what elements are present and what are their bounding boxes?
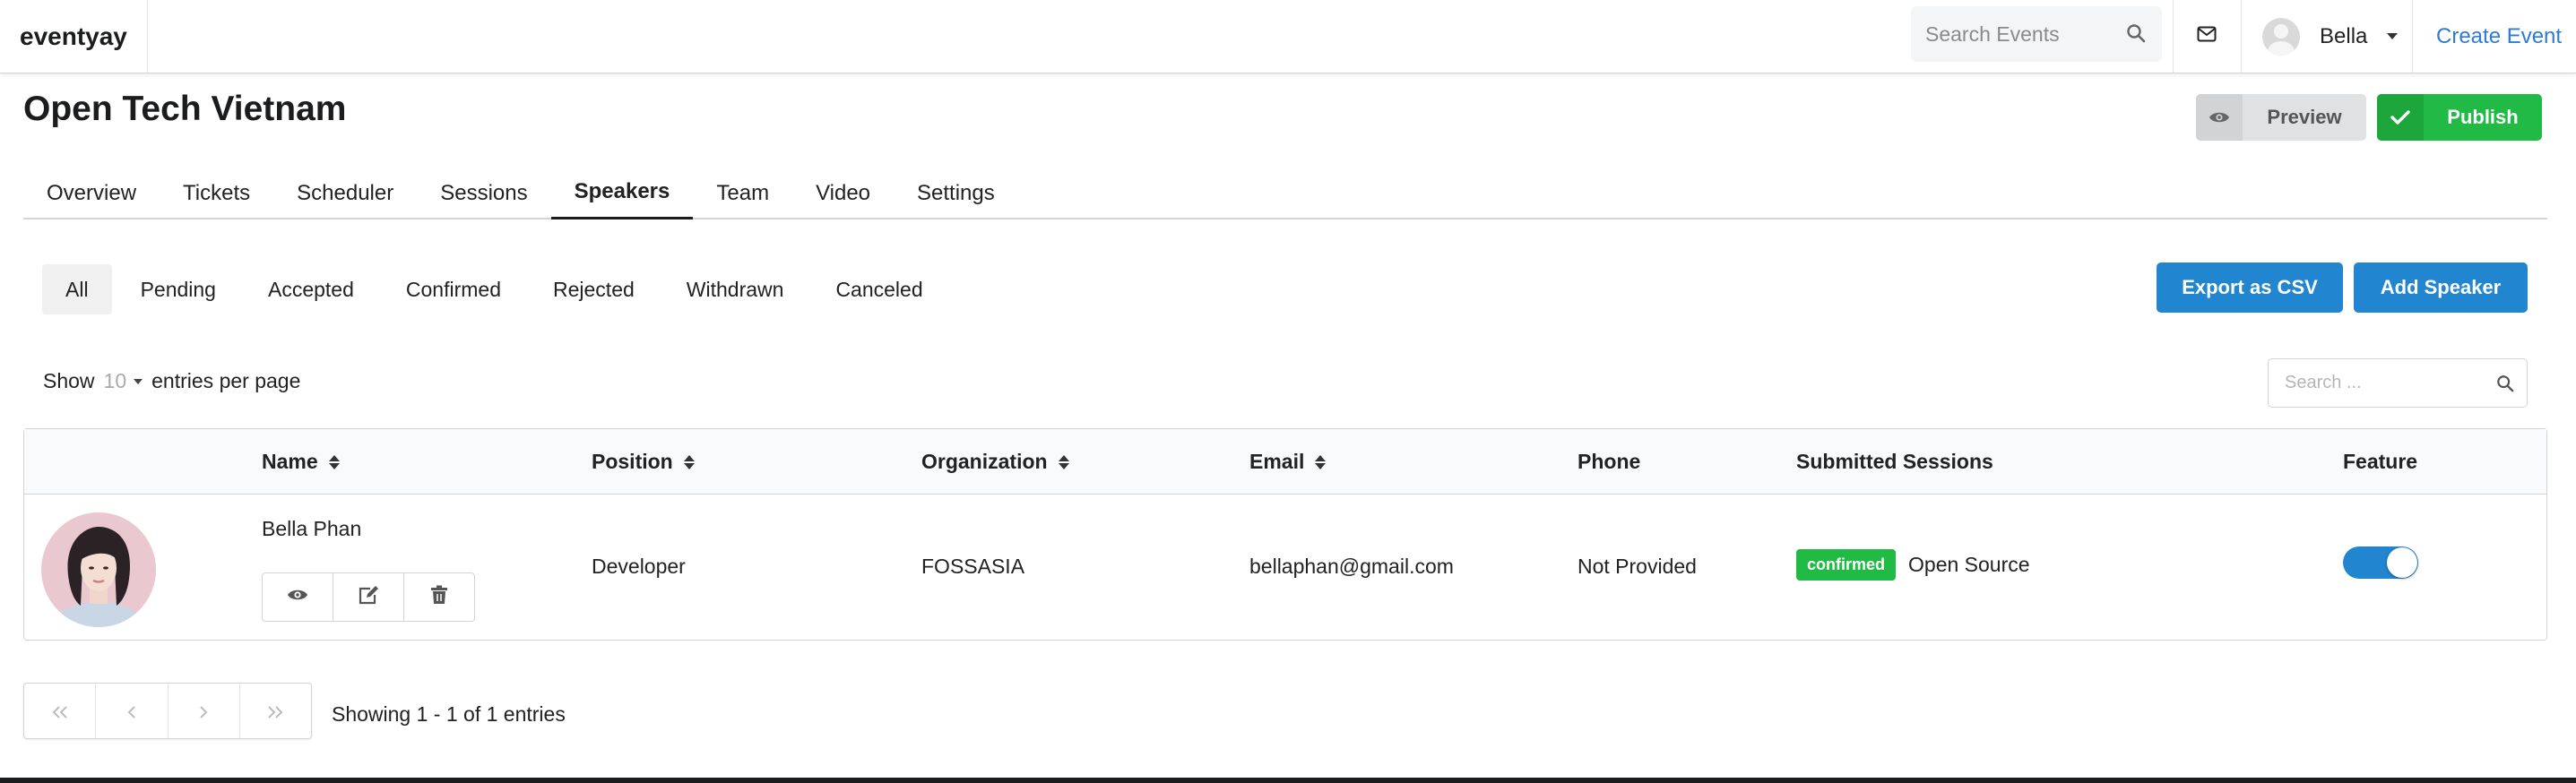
eye-icon bbox=[2196, 94, 2243, 141]
filter-rejected[interactable]: Rejected bbox=[530, 264, 658, 314]
filter-accepted[interactable]: Accepted bbox=[245, 264, 377, 314]
pagination-summary: Showing 1 - 1 of 1 entries bbox=[332, 702, 566, 726]
table-search-input[interactable] bbox=[2285, 373, 2482, 393]
status-badge: confirmed bbox=[1796, 549, 1897, 581]
trash-icon bbox=[430, 585, 448, 609]
submitted-session: confirmed Open Source bbox=[1796, 549, 2030, 581]
edit-button[interactable] bbox=[333, 573, 404, 621]
filter-confirmed[interactable]: Confirmed bbox=[383, 264, 524, 314]
session-title-link[interactable]: Open Source bbox=[1908, 553, 2030, 577]
first-page-button[interactable] bbox=[24, 684, 97, 738]
filter-withdrawn[interactable]: Withdrawn bbox=[663, 264, 808, 314]
add-speaker-button[interactable]: Add Speaker bbox=[2354, 262, 2528, 313]
column-header-submitted-sessions: Submitted Sessions bbox=[1796, 450, 1993, 473]
tab-sessions[interactable]: Sessions bbox=[417, 167, 550, 219]
sort-icon[interactable] bbox=[328, 454, 340, 469]
column-header-organization[interactable]: Organization bbox=[921, 429, 1069, 495]
sort-icon[interactable] bbox=[683, 454, 695, 469]
table-header: Name Position Organization Email Phone S… bbox=[24, 429, 2546, 495]
event-tabs: Overview Tickets Scheduler Sessions Spea… bbox=[23, 167, 2547, 219]
window-bottom-edge bbox=[0, 778, 2576, 783]
view-button[interactable] bbox=[263, 573, 333, 621]
create-event-link[interactable]: Create Event bbox=[2413, 0, 2576, 73]
per-page-suffix: entries per page bbox=[151, 369, 301, 392]
chevron-left-icon bbox=[127, 697, 136, 725]
user-name: Bella bbox=[2320, 23, 2368, 48]
tab-video[interactable]: Video bbox=[792, 167, 894, 219]
speakers-table: Name Position Organization Email Phone S… bbox=[23, 428, 2547, 641]
entries-per-page: Show 10 entries per page bbox=[43, 369, 300, 393]
table-search-box[interactable] bbox=[2268, 358, 2528, 408]
per-page-select[interactable]: 10 bbox=[104, 369, 127, 393]
pagination bbox=[23, 683, 312, 739]
user-avatar-icon bbox=[2262, 17, 2300, 56]
tab-settings[interactable]: Settings bbox=[894, 167, 1018, 219]
next-page-button[interactable] bbox=[169, 684, 240, 738]
chevron-down-icon bbox=[2387, 33, 2399, 39]
tab-scheduler[interactable]: Scheduler bbox=[273, 167, 417, 219]
top-navbar: eventyay Bella Create Event bbox=[0, 0, 2576, 73]
check-icon bbox=[2377, 94, 2424, 141]
user-menu-dropdown[interactable]: Bella bbox=[2241, 0, 2411, 73]
filter-pending[interactable]: Pending bbox=[117, 264, 239, 314]
publish-button[interactable]: Publish bbox=[2377, 94, 2542, 141]
column-label: Email bbox=[1249, 450, 1305, 473]
tab-speakers[interactable]: Speakers bbox=[550, 167, 694, 219]
search-events-box[interactable] bbox=[1911, 6, 2162, 62]
speaker-status-filters: All Pending Accepted Confirmed Rejected … bbox=[42, 264, 952, 314]
sort-icon[interactable] bbox=[1315, 454, 1327, 469]
preview-button[interactable]: Preview bbox=[2196, 94, 2366, 141]
row-action-buttons bbox=[262, 572, 475, 622]
table-row: Bella Phan Developer FOSSASIA bellaphan@… bbox=[24, 495, 2546, 640]
tab-overview[interactable]: Overview bbox=[23, 167, 160, 219]
column-header-email[interactable]: Email bbox=[1249, 429, 1327, 495]
brand-logo[interactable]: eventyay bbox=[0, 0, 148, 73]
speaker-name: Bella Phan bbox=[262, 517, 362, 540]
column-header-position[interactable]: Position bbox=[592, 429, 695, 495]
delete-button[interactable] bbox=[404, 573, 474, 621]
column-label: Name bbox=[262, 450, 318, 473]
export-csv-button[interactable]: Export as CSV bbox=[2157, 262, 2343, 313]
messages-button[interactable] bbox=[2173, 0, 2241, 73]
page-title: Open Tech Vietnam bbox=[23, 90, 347, 128]
search-events-input[interactable] bbox=[1925, 22, 2114, 47]
show-label: Show bbox=[43, 369, 95, 392]
double-chevron-right-icon bbox=[267, 697, 283, 725]
double-chevron-left-icon bbox=[52, 697, 68, 725]
last-page-button[interactable] bbox=[240, 684, 311, 738]
edit-icon bbox=[358, 585, 379, 609]
tab-team[interactable]: Team bbox=[693, 167, 792, 219]
speaker-phone: Not Provided bbox=[1578, 555, 1697, 578]
chevron-right-icon bbox=[199, 697, 208, 725]
sort-icon[interactable] bbox=[1058, 454, 1069, 469]
eye-icon bbox=[287, 588, 308, 607]
feature-toggle[interactable] bbox=[2343, 546, 2418, 579]
column-header-feature: Feature bbox=[2343, 450, 2418, 473]
chevron-down-icon[interactable] bbox=[134, 378, 143, 384]
speaker-organization: FOSSASIA bbox=[921, 555, 1025, 578]
column-header-phone: Phone bbox=[1578, 450, 1641, 473]
column-header-name[interactable]: Name bbox=[262, 429, 340, 495]
preview-label: Preview bbox=[2267, 106, 2342, 128]
search-icon[interactable] bbox=[2496, 374, 2514, 397]
mail-icon bbox=[2197, 26, 2217, 47]
column-label: Position bbox=[592, 450, 673, 473]
publish-label: Publish bbox=[2447, 106, 2519, 128]
previous-page-button[interactable] bbox=[96, 684, 169, 738]
column-label: Organization bbox=[921, 450, 1048, 473]
tab-tickets[interactable]: Tickets bbox=[160, 167, 273, 219]
speaker-position: Developer bbox=[592, 555, 686, 578]
speaker-email: bellaphan@gmail.com bbox=[1249, 555, 1454, 578]
speaker-avatar bbox=[41, 512, 156, 627]
search-icon[interactable] bbox=[2126, 23, 2146, 47]
filter-canceled[interactable]: Canceled bbox=[812, 264, 946, 314]
filter-all[interactable]: All bbox=[42, 264, 112, 314]
toggle-knob bbox=[2387, 547, 2417, 578]
